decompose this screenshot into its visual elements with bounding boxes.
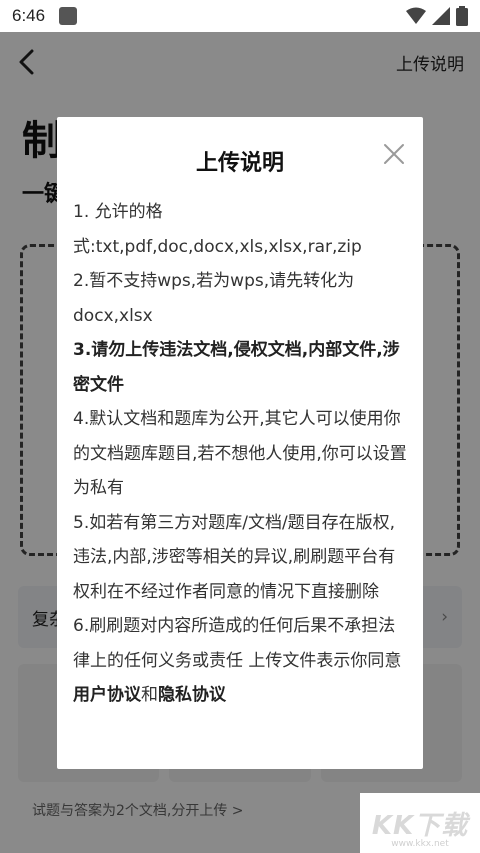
watermark-logo: KK下载 — [371, 810, 469, 841]
watermark-url: www.kkx.net — [391, 839, 449, 849]
wifi-icon — [406, 7, 426, 24]
signal-icon — [432, 7, 450, 25]
status-time: 6:46 — [12, 6, 46, 25]
dialog-body: 1. 允许的格式:txt,pdf,doc,docx,xls,xlsx,rar,z… — [73, 195, 409, 713]
user-agreement-link[interactable]: 用户协议 — [73, 685, 141, 705]
status-icons — [406, 6, 468, 26]
rule-item-3: 3.请勿上传违法文档,侵权文档,内部文件,涉密文件 — [73, 340, 400, 395]
dialog-title: 上传说明 — [195, 151, 284, 176]
rule-item-6-and: 和 — [141, 685, 158, 705]
rule-item-6: 6.刷刷题对内容所造成的任何后果不承担法律上的任何义务或责任 上传文件表示你同意… — [73, 609, 409, 713]
notification-icon — [59, 7, 78, 25]
status-bar: 6:46 — [0, 0, 480, 32]
rule-item-5: 5.如若有第三方对题库/文档/题目存在版权,违法,内部,涉密等相关的异议,刷刷题… — [73, 512, 396, 602]
rule-item-4: 4.默认文档和题库为公开,其它人可以使用你的文档题库题目,若不想他人使用,你可以… — [73, 409, 407, 498]
battery-icon — [456, 6, 468, 26]
rule-item-2: 2.暂不支持wps,若为wps,请先转化为docx,xlsx — [73, 271, 355, 326]
privacy-policy-link[interactable]: 隐私协议 — [158, 685, 226, 705]
close-icon[interactable] — [383, 143, 405, 165]
upload-instructions-dialog: 上传说明 1. 允许的格式:txt,pdf,doc,docx,xls,xlsx,… — [57, 117, 423, 769]
rule-item-6-text: 6.刷刷题对内容所造成的任何后果不承担法律上的任何义务或责任 上传文件表示你同意 — [73, 616, 402, 671]
rule-item-1: 1. 允许的格式:txt,pdf,doc,docx,xls,xlsx,rar,z… — [73, 202, 362, 257]
watermark: KK下载 www.kkx.net — [360, 793, 480, 853]
